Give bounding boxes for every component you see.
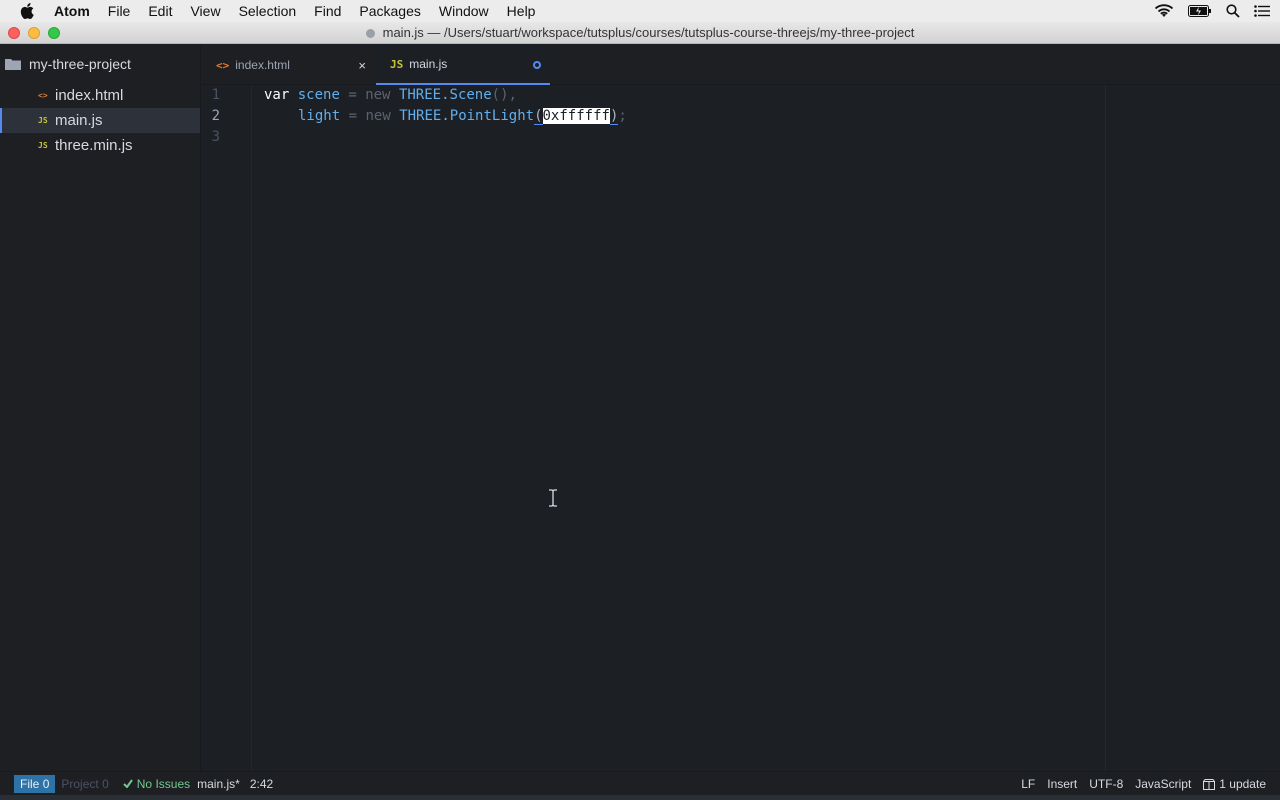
js-icon: JS: [38, 141, 48, 150]
tree-file-index-html[interactable]: <> index.html: [0, 83, 200, 108]
selected-text[interactable]: 0xffffff: [542, 108, 610, 124]
tab-main-js[interactable]: JS main.js: [376, 45, 550, 85]
linter-file-count: 0: [42, 776, 50, 791]
code-token: scene: [297, 87, 340, 103]
js-icon: JS: [38, 116, 48, 125]
menu-window[interactable]: Window: [439, 0, 489, 22]
tab-index-html[interactable]: <> index.html ×: [202, 45, 376, 85]
status-bar: File 0 Project 0 No Issues main.js* 2:42…: [0, 771, 1280, 795]
project-root-folder[interactable]: my-three-project: [0, 45, 200, 83]
line-number-gutter: 1 2 3: [202, 85, 252, 771]
issues-label: No Issues: [136, 776, 191, 791]
notification-center-icon[interactable]: [1254, 5, 1270, 17]
code-token: new: [365, 108, 391, 124]
text-cursor-icon: [549, 489, 557, 507]
close-icon[interactable]: ×: [358, 58, 366, 73]
package-icon: [1203, 778, 1216, 790]
dock-edge: [0, 795, 1280, 800]
linter-project-label: Project: [61, 776, 99, 791]
tab-label: index.html: [235, 58, 290, 72]
linter-issues[interactable]: No Issues: [123, 777, 190, 791]
check-icon: [123, 779, 133, 788]
tree-file-label: three.min.js: [55, 137, 133, 154]
project-name: my-three-project: [29, 56, 131, 72]
code-line: light = new THREE.PointLight(0xffffff);: [298, 106, 627, 127]
line-ending-selector[interactable]: LF: [1021, 777, 1035, 791]
package-updates[interactable]: 1 update: [1203, 777, 1266, 791]
code-token: =: [348, 87, 357, 103]
linter-project-count: 0: [102, 776, 109, 791]
line-number: 1: [211, 87, 220, 103]
tree-view: my-three-project <> index.html JS main.j…: [0, 45, 201, 771]
code-token: THREE.Scene: [398, 87, 492, 103]
html-icon: <>: [216, 58, 230, 72]
menu-selection[interactable]: Selection: [239, 0, 297, 22]
linter-file-tab[interactable]: File 0: [14, 774, 56, 793]
tree-file-label: index.html: [55, 87, 124, 104]
tree-file-main-js[interactable]: JS main.js: [0, 108, 200, 133]
line-number: 2: [211, 108, 220, 124]
tree-file-three-min-js[interactable]: JS three.min.js: [0, 133, 200, 158]
wrap-guide: [1105, 85, 1106, 771]
code-token: =: [348, 108, 358, 124]
menu-atom[interactable]: Atom: [54, 0, 90, 22]
js-icon: JS: [390, 57, 404, 71]
tree-file-label: main.js: [55, 112, 103, 129]
encoding-selector[interactable]: UTF-8: [1089, 777, 1123, 791]
code-token: var: [264, 87, 290, 103]
spotlight-icon[interactable]: [1226, 4, 1240, 18]
battery-icon[interactable]: [1188, 5, 1212, 17]
window-title: main.js — /Users/stuart/workspace/tutspl…: [0, 22, 1280, 44]
code-token: (),: [491, 87, 517, 103]
window-title-text: main.js — /Users/stuart/workspace/tutspl…: [382, 25, 915, 40]
code-token: (: [534, 108, 543, 125]
tab-bar: <> index.html × JS main.js: [202, 45, 1280, 85]
modified-indicator-icon[interactable]: [533, 61, 541, 69]
linter-project-tab[interactable]: Project 0: [55, 775, 114, 793]
menu-view[interactable]: View: [190, 0, 220, 22]
grammar-selector[interactable]: JavaScript: [1135, 777, 1191, 791]
code-token: light: [298, 108, 341, 124]
menu-file[interactable]: File: [108, 0, 131, 22]
tab-label: main.js: [409, 57, 448, 71]
code-token: ;: [618, 108, 627, 124]
menu-edit[interactable]: Edit: [148, 0, 172, 22]
wifi-icon[interactable]: [1154, 4, 1174, 18]
menu-packages[interactable]: Packages: [359, 0, 420, 22]
cursor-position[interactable]: 2:42: [250, 777, 273, 791]
status-filename[interactable]: main.js*: [197, 777, 240, 791]
text-editor[interactable]: 1 2 3 var scene = new THREE.Scene(), lig…: [202, 85, 1280, 771]
menu-help[interactable]: Help: [507, 0, 536, 22]
menu-bar: Atom File Edit View Selection Find Packa…: [0, 0, 1280, 22]
folder-icon: [5, 59, 21, 70]
apple-icon[interactable]: [20, 3, 36, 19]
document-icon: [365, 29, 375, 39]
code-token: THREE.PointLight: [399, 108, 535, 124]
editor-mode[interactable]: Insert: [1047, 777, 1077, 791]
code-line: var scene = new THREE.Scene(),: [264, 85, 517, 106]
html-icon: <>: [38, 91, 48, 100]
line-number: 3: [211, 129, 220, 145]
code-token: new: [365, 87, 391, 103]
linter-file-label: File: [20, 776, 40, 791]
menu-find[interactable]: Find: [314, 0, 341, 22]
updates-label: 1 update: [1219, 777, 1266, 791]
window-title-bar: main.js — /Users/stuart/workspace/tutspl…: [0, 22, 1280, 44]
